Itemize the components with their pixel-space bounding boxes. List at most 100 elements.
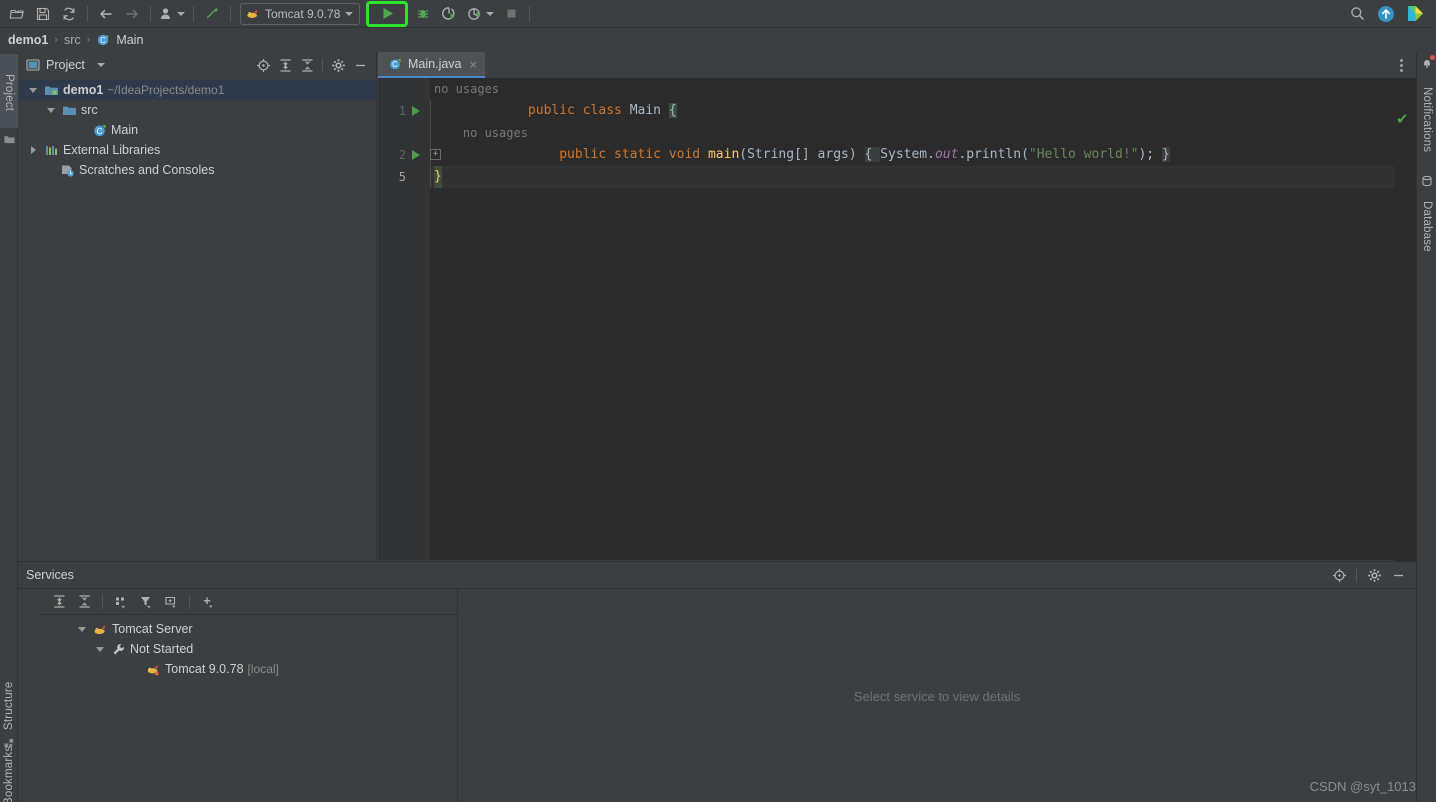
token-keyword: static (614, 147, 669, 162)
code-canvas[interactable]: no usages 1 public class Main { no usage… (378, 78, 1416, 586)
tree-item-label: External Libraries (63, 143, 161, 157)
sidebar-item-structure-label: Structure (3, 681, 15, 731)
ide-logo-icon[interactable] (1403, 2, 1427, 26)
services-toolbar (40, 589, 457, 615)
add-to-view-icon[interactable] (160, 591, 182, 613)
run-configuration-selector[interactable]: Tomcat 9.0.78 (240, 2, 361, 25)
chevron-down-icon[interactable] (26, 87, 40, 93)
breadcrumb: demo1 › src › C Main (0, 29, 1436, 51)
locate-icon[interactable] (1329, 565, 1349, 585)
services-header: Services (18, 562, 1416, 589)
minimize-icon[interactable] (350, 55, 370, 75)
services-item-not-started[interactable]: Not Started (40, 639, 457, 659)
token-string: "Hello world!" (1028, 147, 1139, 162)
services-header-actions (1329, 565, 1408, 585)
run-gutter-icon[interactable] (412, 106, 424, 116)
chevron-down-icon[interactable] (345, 11, 354, 16)
sidebar-item-database-label: Database (1421, 200, 1433, 252)
token-identifier: Main (629, 103, 669, 118)
token-println: .println( (958, 147, 1029, 162)
breadcrumb-folder[interactable]: src (64, 33, 81, 47)
wrench-icon (111, 642, 126, 657)
profiler-caret-icon[interactable] (486, 11, 495, 16)
forward-arrow-icon[interactable] (120, 2, 144, 26)
token-method-name: main (707, 147, 740, 162)
run-gutter-icon[interactable] (412, 150, 424, 160)
sidebar-item-project[interactable]: Project (0, 54, 18, 128)
debug-button[interactable] (411, 2, 435, 26)
collapse-all-icon[interactable] (73, 591, 95, 613)
sidebar-item-structure[interactable]: Structure (0, 672, 18, 740)
panel-divider (1356, 568, 1357, 582)
editor-inspection-gutter[interactable]: ✔ (1394, 104, 1416, 586)
back-arrow-icon[interactable] (94, 2, 118, 26)
sidebar-item-database[interactable]: Database (1417, 190, 1436, 262)
services-tree: Tomcat Server Not Started Tomcat 9.0.78 … (40, 615, 457, 679)
tree-item-external-libraries[interactable]: External Libraries (18, 140, 376, 160)
services-item-tomcat-local[interactable]: Tomcat 9.0.78 [local] (40, 659, 457, 679)
chevron-down-icon[interactable] (44, 107, 58, 113)
chevron-right-icon[interactable] (26, 146, 40, 154)
folder-icon (62, 103, 77, 118)
expand-all-icon[interactable] (48, 591, 70, 613)
open-folder-icon[interactable] (5, 2, 29, 26)
tree-item-demo1[interactable]: demo1 ~/IdeaProjects/demo1 (18, 80, 376, 100)
breadcrumb-file[interactable]: Main (116, 33, 143, 47)
project-tree: demo1 ~/IdeaProjects/demo1 src C Main Ex… (18, 78, 376, 180)
token-closing-brace: } (434, 166, 442, 188)
profile-icon[interactable] (157, 2, 187, 26)
gear-icon[interactable] (328, 55, 348, 75)
project-strip-icon (4, 132, 15, 150)
search-icon[interactable] (1345, 2, 1369, 26)
run-button-highlight (366, 0, 409, 27)
breadcrumb-separator: › (54, 34, 58, 46)
line-number: 5 (398, 170, 406, 184)
project-window-icon (26, 58, 40, 72)
update-icon[interactable] (1374, 2, 1398, 26)
notification-dot (1430, 55, 1435, 60)
locate-icon[interactable] (253, 55, 273, 75)
expand-all-icon[interactable] (275, 55, 295, 75)
profile-caret-icon[interactable] (177, 11, 185, 16)
ide-window: Tomcat 9.0.78 demo1 › src › C Main Proje… (0, 0, 1436, 802)
tree-item-src[interactable]: src (18, 100, 376, 120)
tree-item-scratches-and-consoles[interactable]: Scratches and Consoles (18, 160, 376, 180)
tree-item-label: Scratches and Consoles (79, 163, 215, 177)
sidebar-item-bookmarks[interactable]: Bookmarks (0, 740, 18, 802)
build-hammer-icon[interactable] (200, 2, 224, 26)
plus-icon[interactable] (197, 591, 219, 613)
token-close-brace: } (1161, 147, 1170, 162)
close-icon[interactable]: × (470, 57, 478, 72)
sync-icon[interactable] (57, 2, 81, 26)
run-with-coverage-button[interactable] (437, 2, 461, 26)
chevron-down-icon[interactable] (96, 63, 105, 67)
token-close-paren: ); (1138, 147, 1162, 162)
services-detail-pane: Select service to view details (458, 589, 1416, 802)
services-item-label: Tomcat Server (112, 622, 193, 636)
tree-item-main[interactable]: C Main (18, 120, 376, 140)
group-icon[interactable] (110, 591, 132, 613)
minimize-icon[interactable] (1388, 565, 1408, 585)
project-panel-header: Project (18, 52, 376, 78)
services-item-tomcat-server[interactable]: Tomcat Server (40, 619, 457, 639)
sidebar-item-notifications[interactable]: Notifications (1417, 72, 1436, 168)
watermark: CSDN @syt_1013 (1309, 779, 1416, 794)
run-button[interactable] (375, 2, 399, 26)
sidebar-item-project-label: Project (3, 74, 15, 112)
gear-icon[interactable] (1364, 565, 1384, 585)
line-number: 2 (398, 148, 406, 162)
save-icon[interactable] (31, 2, 55, 26)
chevron-down-icon[interactable] (75, 626, 89, 632)
tab-main-java[interactable]: C Main.java × (378, 52, 486, 78)
vertical-dots-icon (1399, 58, 1403, 72)
sidebar-item-notifications-label: Notifications (1421, 87, 1433, 153)
stop-button[interactable] (499, 2, 523, 26)
chevron-down-icon[interactable] (93, 646, 107, 652)
breadcrumb-project[interactable]: demo1 (8, 33, 48, 47)
editor-more-options-icon[interactable] (1392, 52, 1410, 78)
tree-item-label: src (81, 103, 98, 117)
profiler-button[interactable] (463, 2, 497, 26)
filter-icon[interactable] (135, 591, 157, 613)
collapse-all-icon[interactable] (297, 55, 317, 75)
